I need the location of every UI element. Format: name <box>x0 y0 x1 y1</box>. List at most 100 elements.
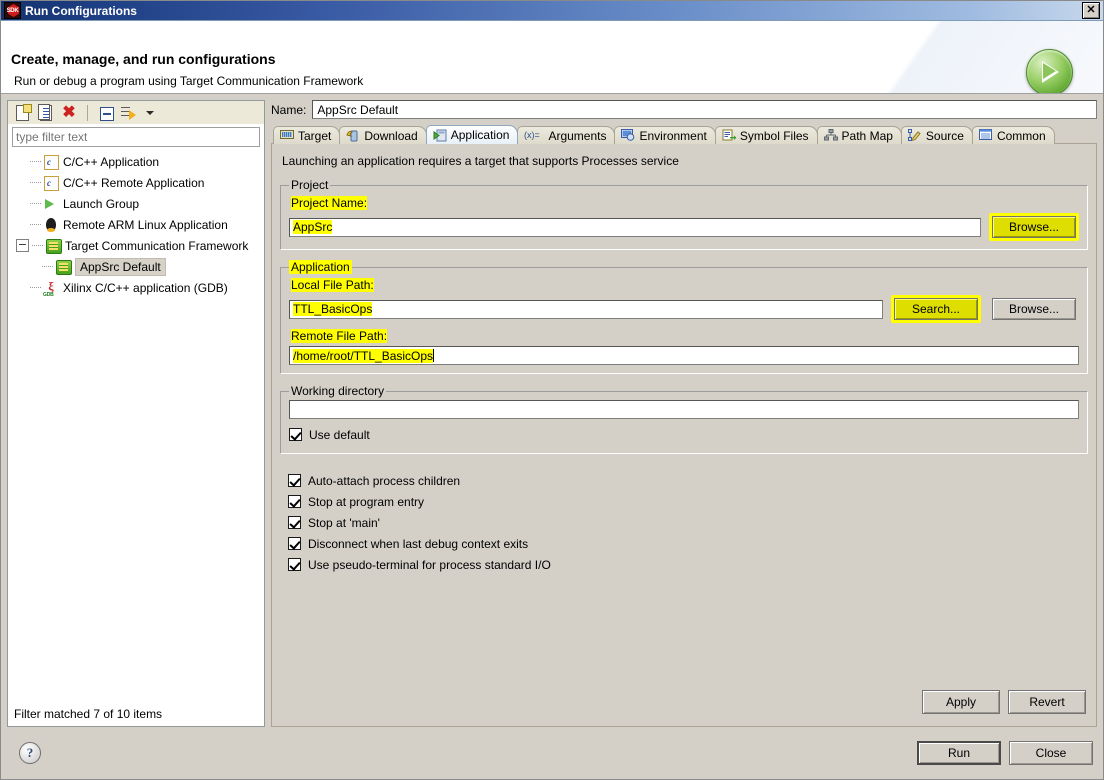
use-default-checkbox-row[interactable]: Use default <box>289 424 1079 445</box>
run-button[interactable]: Run <box>917 741 1001 765</box>
application-group-legend: Application <box>289 260 352 274</box>
configurations-tree[interactable]: c C/C++ Application c C/C++ Remote Appli… <box>7 147 265 727</box>
path-map-icon <box>823 129 838 142</box>
tab-label: Symbol Files <box>739 128 809 143</box>
local-file-path-label: Local File Path: <box>291 278 374 292</box>
tab-application[interactable]: Application <box>425 125 519 144</box>
local-browse-wrap: Browse... <box>989 295 1079 323</box>
checkbox-box[interactable] <box>288 495 301 508</box>
name-row: Name: <box>271 100 1097 119</box>
tree-connector <box>32 245 43 246</box>
checkbox-box[interactable] <box>288 558 301 571</box>
tab-symbol-files[interactable]: Symbol Files <box>714 126 818 144</box>
project-browse-highlight: Browse... <box>989 213 1079 241</box>
options-checkbox-list: Auto-attach process children Stop at pro… <box>288 470 1088 575</box>
application-tab-panel: Launching an application requires a targ… <box>271 143 1097 727</box>
use-default-label: Use default <box>309 427 370 442</box>
project-name-row: AppSrc Browse... <box>289 213 1079 241</box>
filter-container <box>7 124 265 147</box>
checkbox-box[interactable] <box>288 537 301 550</box>
local-file-path-input[interactable]: TTL_BasicOps <box>289 299 883 319</box>
tree-item-appsrc-default[interactable]: AppSrc Default <box>8 256 264 277</box>
search-input[interactable] <box>12 127 260 147</box>
dialog-body: ✖ c C/C++ Application <box>1 94 1103 727</box>
checkbox-label: Disconnect when last debug context exits <box>308 536 529 551</box>
footer-actions: Run Close <box>917 741 1093 765</box>
duplicate-configuration-icon[interactable] <box>36 103 56 123</box>
tab-common[interactable]: Common <box>971 126 1055 144</box>
tab-label: Application <box>450 128 510 142</box>
checkbox-disconnect-when-last-debug-context-exits[interactable]: Disconnect when last debug context exits <box>288 533 1088 554</box>
tab-path-map[interactable]: Path Map <box>816 126 902 144</box>
project-name-input[interactable]: AppSrc <box>289 217 981 237</box>
help-icon[interactable]: ? <box>19 742 41 764</box>
project-browse-button[interactable]: Browse... <box>992 216 1076 238</box>
tab-hint-text: Launching an application requires a targ… <box>282 154 679 168</box>
configuration-name-input[interactable] <box>312 100 1097 119</box>
environment-icon <box>621 129 635 142</box>
play-green-icon <box>43 196 59 212</box>
working-directory-input[interactable] <box>289 400 1079 419</box>
tree-item-c-application[interactable]: c C/C++ Application <box>8 151 264 172</box>
tab-label: Common <box>996 128 1046 143</box>
local-browse-button[interactable]: Browse... <box>992 298 1076 320</box>
tree-item-remote-arm-linux-application[interactable]: Remote ARM Linux Application <box>8 214 264 235</box>
revert-button[interactable]: Revert <box>1008 690 1086 714</box>
chevron-down-icon[interactable] <box>142 103 154 123</box>
tree-item-xilinx-c-application-gdb[interactable]: ξ Xilinx C/C++ application (GDB) <box>8 277 264 301</box>
tree-expander-collapse-icon[interactable] <box>16 239 29 252</box>
tab-download[interactable]: Download <box>339 126 427 144</box>
application-icon <box>433 129 447 142</box>
tab-source[interactable]: Source <box>900 126 973 144</box>
tux-icon <box>43 217 59 233</box>
checkbox-label: Stop at program entry <box>308 494 425 509</box>
tab-label: Target <box>298 128 332 143</box>
svg-text:(x)=: (x)= <box>524 130 540 140</box>
apply-revert-row: Apply Revert <box>280 690 1088 718</box>
working-directory-group: Working directory Use default <box>280 384 1088 454</box>
tree-item-label: Xilinx C/C++ application (GDB) <box>63 280 228 295</box>
tab-label: Source <box>925 128 964 143</box>
apply-button[interactable]: Apply <box>922 690 1000 714</box>
checkbox-stop-at-main[interactable]: Stop at 'main' <box>288 512 1088 533</box>
collapse-all-icon[interactable] <box>96 103 116 123</box>
filter-icon[interactable] <box>119 103 139 123</box>
checkbox-use-pseudo-terminal[interactable]: Use pseudo-terminal for process standard… <box>288 554 1088 575</box>
use-default-checkbox[interactable] <box>289 428 302 441</box>
configurations-panel: ✖ c C/C++ Application <box>7 100 265 727</box>
sdk-icon: SDK <box>4 2 21 19</box>
local-search-button[interactable]: Search... <box>894 298 978 320</box>
tab-label: Path Map <box>841 128 893 143</box>
tree-item-target-communication-framework[interactable]: Target Communication Framework <box>8 235 264 256</box>
tab-target[interactable]: Target <box>273 126 341 144</box>
local-file-path-value: TTL_BasicOps <box>293 302 373 316</box>
checkbox-label: Use pseudo-terminal for process standard… <box>308 557 551 572</box>
remote-file-path-input[interactable]: /home/root/TTL_BasicOps <box>289 346 1079 365</box>
close-button[interactable]: Close <box>1009 741 1093 765</box>
delete-configuration-icon[interactable]: ✖ <box>59 103 79 123</box>
tree-item-c-remote-application[interactable]: c C/C++ Remote Application <box>8 172 264 193</box>
checkbox-label: Stop at 'main' <box>308 515 380 530</box>
run-configurations-dialog: SDK Run Configurations ✕ Create, manage,… <box>0 0 1104 780</box>
source-icon <box>907 129 922 142</box>
tab-label: Download <box>364 128 418 143</box>
project-name-label: Project Name: <box>291 196 368 210</box>
tab-bar: Target Download Application (x)= Argumen… <box>271 125 1097 144</box>
tab-environment[interactable]: Environment <box>614 126 716 144</box>
remote-file-path-row: /home/root/TTL_BasicOps <box>289 346 1079 365</box>
new-configuration-icon[interactable] <box>13 103 33 123</box>
close-icon[interactable]: ✕ <box>1082 2 1100 19</box>
application-group: Application Local File Path: TTL_BasicOp… <box>280 260 1088 374</box>
checkbox-stop-at-program-entry[interactable]: Stop at program entry <box>288 491 1088 512</box>
checkbox-box[interactable] <box>288 474 301 487</box>
tab-arguments[interactable]: (x)= Arguments <box>517 126 616 144</box>
checkbox-auto-attach-process-children[interactable]: Auto-attach process children <box>288 470 1088 491</box>
working-directory-row <box>289 400 1079 419</box>
tree-item-launch-group[interactable]: Launch Group <box>8 193 264 214</box>
dialog-header: Create, manage, and run configurations R… <box>1 21 1103 94</box>
checkbox-box[interactable] <box>288 516 301 529</box>
remote-file-path-value: /home/root/TTL_BasicOps <box>293 348 434 363</box>
common-icon <box>978 129 993 142</box>
tab-label: Environment <box>639 128 707 143</box>
filter-status-text: Filter matched 7 of 10 items <box>14 707 163 721</box>
